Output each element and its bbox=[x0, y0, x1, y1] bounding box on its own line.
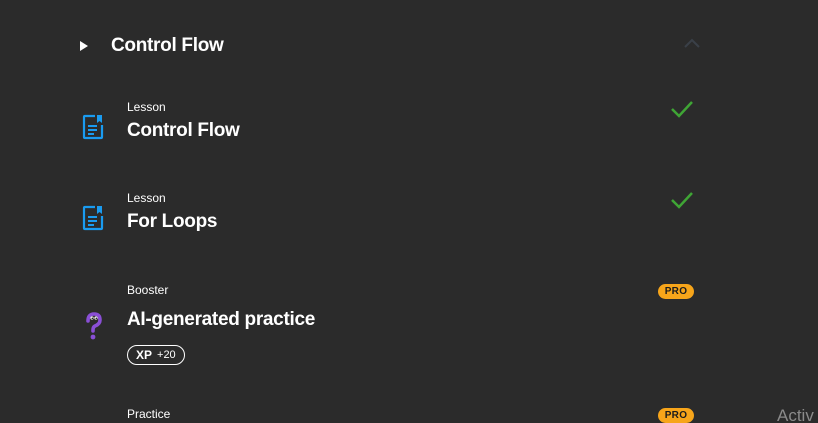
question-mascot-icon bbox=[86, 312, 102, 340]
course-module-page: Control Flow Lesson Control Flow Lesson bbox=[0, 0, 818, 423]
item-kind-label: Lesson bbox=[127, 191, 166, 205]
item-kind-label: Practice bbox=[127, 407, 171, 421]
activation-watermark: Activ bbox=[777, 406, 814, 423]
pro-badge: PRO bbox=[658, 284, 694, 299]
play-icon bbox=[80, 41, 88, 51]
pro-badge: PRO bbox=[658, 408, 694, 423]
item-title: Control Flow bbox=[127, 120, 240, 141]
xp-label: XP bbox=[136, 348, 153, 362]
item-kind-label: Booster bbox=[127, 283, 169, 297]
lesson-doc-icon bbox=[82, 114, 104, 140]
item-title: For Loops bbox=[127, 211, 218, 232]
xp-value: +20 bbox=[157, 349, 176, 361]
section-title: Control Flow bbox=[111, 35, 224, 56]
check-icon bbox=[671, 192, 693, 209]
list-item-lesson-control-flow[interactable]: Lesson Control Flow bbox=[80, 100, 700, 160]
item-title: AI-generated practice bbox=[127, 309, 315, 330]
item-kind-label: Lesson bbox=[127, 100, 166, 114]
list-item-practice[interactable]: Practice PRO bbox=[80, 407, 700, 423]
list-item-lesson-for-loops[interactable]: Lesson For Loops bbox=[80, 191, 700, 251]
check-icon bbox=[671, 101, 693, 118]
section-header[interactable]: Control Flow bbox=[76, 30, 706, 62]
xp-reward-pill: XP +20 bbox=[127, 345, 185, 365]
chevron-up-icon[interactable] bbox=[684, 38, 700, 48]
lesson-doc-icon bbox=[82, 205, 104, 231]
list-item-booster-ai-practice[interactable]: Booster AI-generated practice PRO XP +20 bbox=[80, 283, 700, 371]
